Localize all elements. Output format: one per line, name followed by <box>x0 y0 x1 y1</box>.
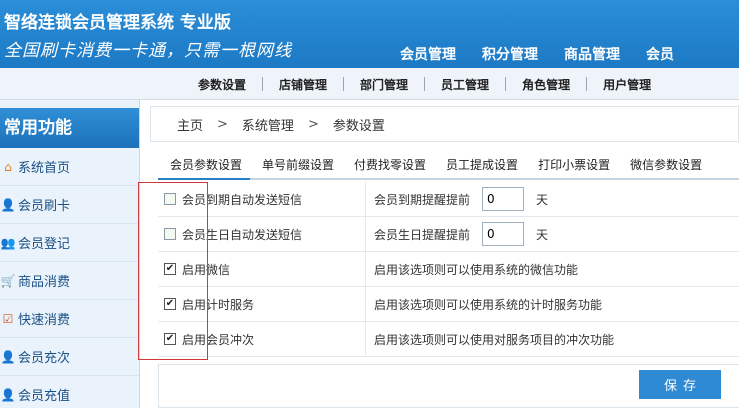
sidebar-item-label: 快速消费 <box>18 313 71 328</box>
sidebar-item-label: 会员刷卡 <box>18 199 71 214</box>
cart-icon: 🛒 <box>0 273 16 288</box>
birthday-days-unit: 天 <box>536 227 549 242</box>
recharge-icon: 👤 <box>0 387 16 402</box>
breadcrumb: 主页 > 系统管理 > 参数设置 <box>150 106 739 142</box>
setting-desc-cell: 启用该选项则可以使用系统的微信功能 <box>366 252 739 286</box>
birthday-sms-checkbox[interactable] <box>164 228 176 240</box>
wechat-checkbox[interactable]: ✔ <box>164 263 176 275</box>
sidebar: 常用功能 ⌂ 系统首页 👤 会员刷卡 👥 会员登记 🛒 商品消费 ☑ 快速消费 … <box>0 100 140 408</box>
birthday-days-input[interactable] <box>482 222 525 246</box>
setting-desc-cell: 启用该选项则可以使用对服务项目的冲次功能 <box>366 322 739 356</box>
timing-service-checkbox[interactable]: ✔ <box>164 298 176 310</box>
app-header: 智络连锁会员管理系统 专业版 全国刷卡消费一卡通，只需一根网线 会员管理 积分管… <box>0 0 739 68</box>
setting-cell: 会员生日自动发送短信 <box>158 217 366 251</box>
table-row: ✔ 启用计时服务 启用该选项则可以使用系统的计时服务功能 <box>158 287 739 322</box>
sidebar-item-label: 会员充次 <box>18 351 71 366</box>
birthday-sms-label: 会员生日自动发送短信 <box>182 227 303 242</box>
member-count-checkbox[interactable]: ✔ <box>164 333 176 345</box>
sidebar-item-home[interactable]: ⌂ 系统首页 <box>0 148 139 186</box>
app-title: 智络连锁会员管理系统 专业版 <box>4 13 231 33</box>
breadcrumb-system[interactable]: 系统管理 <box>242 115 294 134</box>
sidebar-item-recharge[interactable]: 👤 会员充值 <box>0 376 139 408</box>
sub-nav-roles[interactable]: 角色管理 <box>506 76 586 93</box>
app-slogan: 全国刷卡消费一卡通，只需一根网线 <box>4 41 292 61</box>
setting-cell: ✔ 启用微信 <box>158 252 366 286</box>
tab-print-receipt[interactable]: 打印小票设置 <box>526 152 618 178</box>
tab-member-params[interactable]: 会员参数设置 <box>158 152 251 180</box>
breadcrumb-separator: > <box>307 116 319 132</box>
sidebar-item-label: 会员充值 <box>18 389 71 404</box>
expiry-sms-checkbox[interactable] <box>164 193 176 205</box>
setting-desc-cell: 会员生日提醒提前 天 <box>366 217 739 251</box>
expiry-days-input[interactable] <box>482 187 525 211</box>
setting-desc-cell: 启用该选项则可以使用系统的计时服务功能 <box>366 287 739 321</box>
breadcrumb-separator: > <box>217 116 228 132</box>
table-row: 会员到期自动发送短信 会员到期提醒提前 天 <box>158 182 739 217</box>
sub-nav-departments[interactable]: 部门管理 <box>344 76 424 93</box>
quick-icon: ☑ <box>2 311 14 326</box>
sidebar-item-recharge-count[interactable]: 👤 会员充次 <box>0 338 139 376</box>
member-count-label: 启用会员冲次 <box>182 332 255 347</box>
setting-cell: ✔ 启用会员冲次 <box>158 322 366 356</box>
top-nav-points[interactable]: 积分管理 <box>470 46 552 64</box>
sidebar-item-register[interactable]: 👥 会员登记 <box>0 224 139 262</box>
wechat-label: 启用微信 <box>182 262 231 277</box>
sub-nav-stores[interactable]: 店铺管理 <box>263 76 343 93</box>
birthday-remind-label: 会员生日提醒提前 <box>374 227 471 242</box>
card-icon: 👤 <box>0 197 16 212</box>
tab-payment-change[interactable]: 付费找零设置 <box>342 152 434 178</box>
expiry-remind-label: 会员到期提醒提前 <box>374 192 471 207</box>
sidebar-item-label: 商品消费 <box>18 275 71 290</box>
breadcrumb-current: 参数设置 <box>332 118 385 134</box>
top-nav-goods[interactable]: 商品管理 <box>552 46 634 64</box>
expiry-sms-label: 会员到期自动发送短信 <box>182 192 303 207</box>
setting-desc-cell: 会员到期提醒提前 天 <box>366 182 739 216</box>
tab-order-prefix[interactable]: 单号前缀设置 <box>250 152 342 178</box>
sidebar-item-label: 会员登记 <box>18 237 71 252</box>
top-nav-more[interactable]: 会员 <box>634 46 688 64</box>
expiry-days-unit: 天 <box>536 192 549 207</box>
member-count-desc: 启用该选项则可以使用对服务项目的冲次功能 <box>374 332 615 347</box>
sidebar-item-quick[interactable]: ☑ 快速消费 <box>0 300 139 338</box>
home-icon: ⌂ <box>4 159 12 174</box>
tab-commission[interactable]: 员工提成设置 <box>434 152 526 178</box>
table-row: 会员生日自动发送短信 会员生日提醒提前 天 <box>158 217 739 252</box>
sub-nav: 参数设置 店铺管理 部门管理 员工管理 角色管理 用户管理 <box>0 68 739 100</box>
tab-wechat-params[interactable]: 微信参数设置 <box>618 152 710 178</box>
recharge-count-icon: 👤 <box>0 349 16 364</box>
table-row: ✔ 启用会员冲次 启用该选项则可以使用对服务项目的冲次功能 <box>158 322 739 357</box>
settings-tabs: 会员参数设置 单号前缀设置 付费找零设置 员工提成设置 打印小票设置 微信参数设… <box>158 152 739 180</box>
setting-cell: 会员到期自动发送短信 <box>158 182 366 216</box>
sidebar-title: 常用功能 <box>0 108 139 148</box>
user-add-icon: 👥 <box>0 235 16 250</box>
sub-nav-employees[interactable]: 员工管理 <box>425 76 505 93</box>
top-nav-member[interactable]: 会员管理 <box>388 46 470 64</box>
timing-service-desc: 启用该选项则可以使用系统的计时服务功能 <box>374 297 603 312</box>
sidebar-item-label: 系统首页 <box>18 161 71 176</box>
save-button[interactable]: 保存 <box>639 370 721 399</box>
sidebar-item-card[interactable]: 👤 会员刷卡 <box>0 186 139 224</box>
sub-nav-users[interactable]: 用户管理 <box>587 76 667 93</box>
timing-service-label: 启用计时服务 <box>182 297 255 312</box>
top-nav: 会员管理 积分管理 商品管理 会员 <box>388 46 688 64</box>
sidebar-item-goods[interactable]: 🛒 商品消费 <box>0 262 139 300</box>
wechat-desc: 启用该选项则可以使用系统的微信功能 <box>374 262 579 277</box>
setting-cell: ✔ 启用计时服务 <box>158 287 366 321</box>
breadcrumb-home[interactable]: 主页 <box>177 115 203 134</box>
settings-table: 会员到期自动发送短信 会员到期提醒提前 天 会员生日自动发送短信 会员生日提醒提… <box>158 182 739 357</box>
table-row: ✔ 启用微信 启用该选项则可以使用系统的微信功能 <box>158 252 739 287</box>
sub-nav-params[interactable]: 参数设置 <box>182 76 262 93</box>
